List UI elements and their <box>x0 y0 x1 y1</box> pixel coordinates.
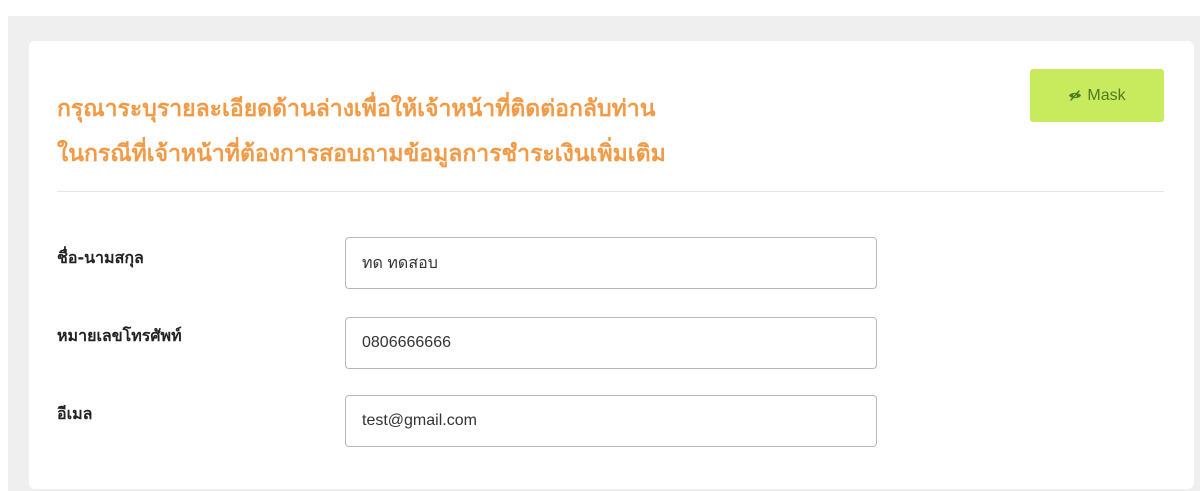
full-name-label: ชื่อ-นามสกุล <box>57 248 144 267</box>
phone-number-label: หมายเลขโทรศัพท์ <box>57 326 182 345</box>
email-label: อีเมล <box>57 404 93 423</box>
page-background: กรุณาระบุรายละเอียดด้านล่างเพื่อให้เจ้าห… <box>8 16 1200 491</box>
mask-button-label: Mask <box>1087 86 1126 104</box>
heading-line-1: กรุณาระบุรายละเอียดด้านล่างเพื่อให้เจ้าห… <box>57 96 656 122</box>
contact-instruction-heading: กรุณาระบุรายละเอียดด้านล่างเพื่อให้เจ้าห… <box>57 87 917 177</box>
heading-line-2: ในกรณีที่เจ้าหน้าที่ต้องการสอบถามข้อมูลก… <box>57 141 666 167</box>
full-name-input[interactable] <box>345 237 877 289</box>
mask-button[interactable]: Mask <box>1030 69 1164 122</box>
eye-slash-icon <box>1068 90 1082 101</box>
email-input[interactable] <box>345 395 877 447</box>
header-divider <box>57 191 1164 192</box>
phone-number-input[interactable] <box>345 317 877 369</box>
contact-info-card: กรุณาระบุรายละเอียดด้านล่างเพื่อให้เจ้าห… <box>29 41 1194 489</box>
